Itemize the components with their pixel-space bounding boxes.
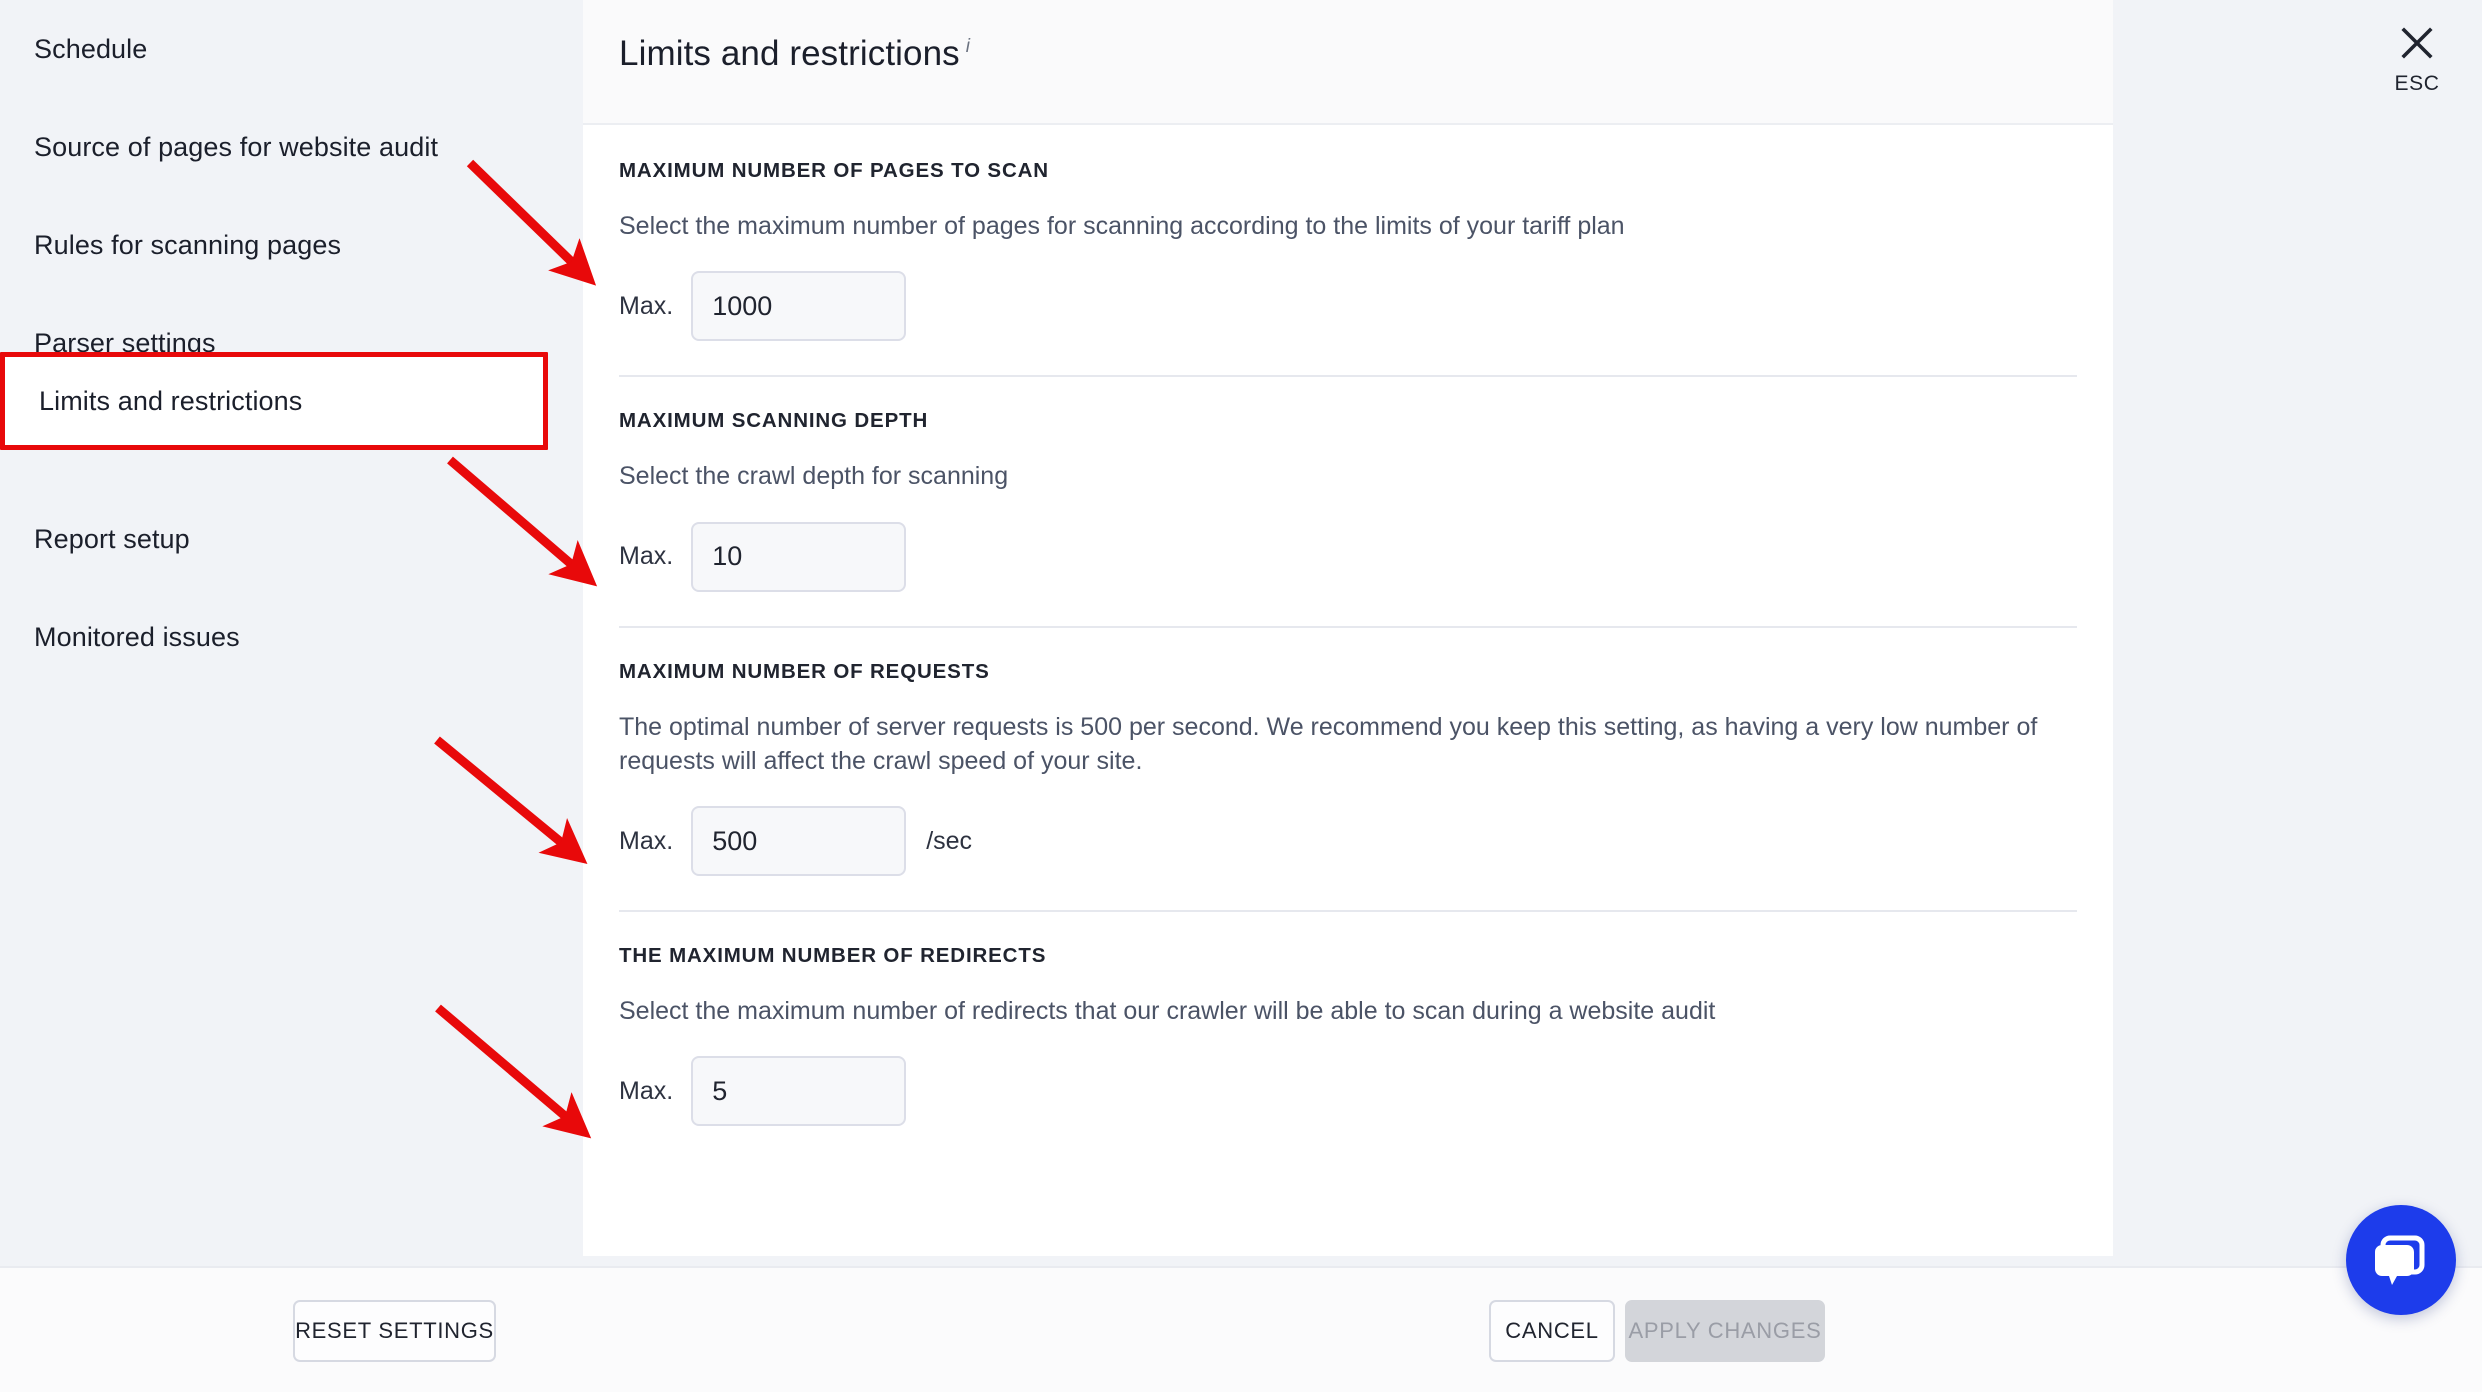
- field-row: Max. /sec: [619, 778, 2077, 910]
- reset-settings-button[interactable]: RESET SETTINGS: [293, 1300, 496, 1362]
- max-value-input[interactable]: [691, 271, 907, 342]
- section-title: MAXIMUM NUMBER OF PAGES TO SCAN: [619, 159, 1049, 182]
- max-value-input[interactable]: [691, 521, 907, 592]
- close-button[interactable]: ESC: [2352, 22, 2482, 96]
- sidebar-item-source-of-pages-for-website-audit[interactable]: Source of pages for website audit: [0, 98, 548, 196]
- max-value-input[interactable]: [691, 806, 907, 876]
- max-label: Max.: [619, 826, 674, 855]
- max-label: Max.: [619, 542, 674, 570]
- section-description: The optimal number of server requests is…: [619, 712, 2038, 775]
- section-title: MAXIMUM SCANNING DEPTH: [619, 409, 929, 433]
- settings-section: THE MAXIMUM NUMBER OF REDIRECTS Select th…: [583, 912, 2113, 1160]
- page-title: Limits and restrictions i: [619, 34, 970, 74]
- sidebar-item-label: Rules for scanning pages: [34, 229, 342, 260]
- close-icon: [2352, 22, 2482, 64]
- sidebar-item-monitored-issues[interactable]: Monitored issues: [0, 588, 548, 686]
- cancel-button[interactable]: CANCEL: [1489, 1300, 1615, 1362]
- sidebar-item-label: Report setup: [34, 523, 190, 554]
- max-label: Max.: [619, 291, 674, 320]
- section-description: Select the maximum number of redirects t…: [619, 997, 1716, 1025]
- sidebar-item-schedule[interactable]: Schedule: [0, 0, 548, 98]
- field-row: Max.: [619, 243, 2077, 375]
- field-row: Max.: [619, 494, 2077, 626]
- chat-widget-button[interactable]: [2346, 1205, 2456, 1315]
- section-description: Select the maximum number of pages for s…: [619, 212, 1625, 240]
- settings-section: MAXIMUM NUMBER OF REQUESTS The optimal nu…: [583, 628, 2113, 911]
- info-icon[interactable]: i: [966, 36, 970, 57]
- section-title: MAXIMUM NUMBER OF REQUESTS: [619, 659, 990, 683]
- chat-bubble-icon: [2375, 1235, 2425, 1285]
- sidebar-item-label: Limits and restrictions: [39, 385, 303, 416]
- settings-sections: MAXIMUM NUMBER OF PAGES TO SCAN Select th…: [583, 127, 2113, 1256]
- settings-modal: Schedule Source of pages for website audi…: [0, 0, 2482, 1392]
- footer-bar: RESET SETTINGS CANCEL APPLY CHANGES: [0, 1266, 2482, 1392]
- apply-changes-button[interactable]: APPLY CHANGES: [1625, 1300, 1825, 1362]
- panel-header: Limits and restrictions i: [583, 0, 2113, 125]
- sidebar-item-limits-and-restrictions[interactable]: Limits and restrictions: [0, 352, 548, 450]
- settings-panel: Limits and restrictions i MAXIMUM NUMBER …: [583, 0, 2113, 1256]
- unit-suffix: /sec: [926, 826, 973, 855]
- sidebar-item-label: Source of pages for website audit: [34, 131, 439, 162]
- sidebar-item-report-setup[interactable]: Report setup: [0, 490, 548, 588]
- settings-section: MAXIMUM SCANNING DEPTH Select the crawl d…: [583, 377, 2113, 625]
- section-description: Select the crawl depth for scanning: [619, 462, 1009, 491]
- max-value-input[interactable]: [691, 1056, 907, 1127]
- settings-sidebar: Schedule Source of pages for website audi…: [0, 0, 583, 1266]
- sidebar-item-rules-for-scanning-pages[interactable]: Rules for scanning pages: [0, 196, 548, 294]
- max-label: Max.: [619, 1076, 674, 1105]
- sidebar-item-label: Schedule: [34, 33, 148, 64]
- field-row: Max.: [619, 1028, 2077, 1160]
- sidebar-item-label: Monitored issues: [34, 621, 240, 652]
- section-title: THE MAXIMUM NUMBER OF REDIRECTS: [619, 944, 1047, 967]
- settings-section: MAXIMUM NUMBER OF PAGES TO SCAN Select th…: [583, 127, 2113, 375]
- close-button-label: ESC: [2394, 72, 2440, 95]
- page-title-text: Limits and restrictions: [619, 34, 960, 73]
